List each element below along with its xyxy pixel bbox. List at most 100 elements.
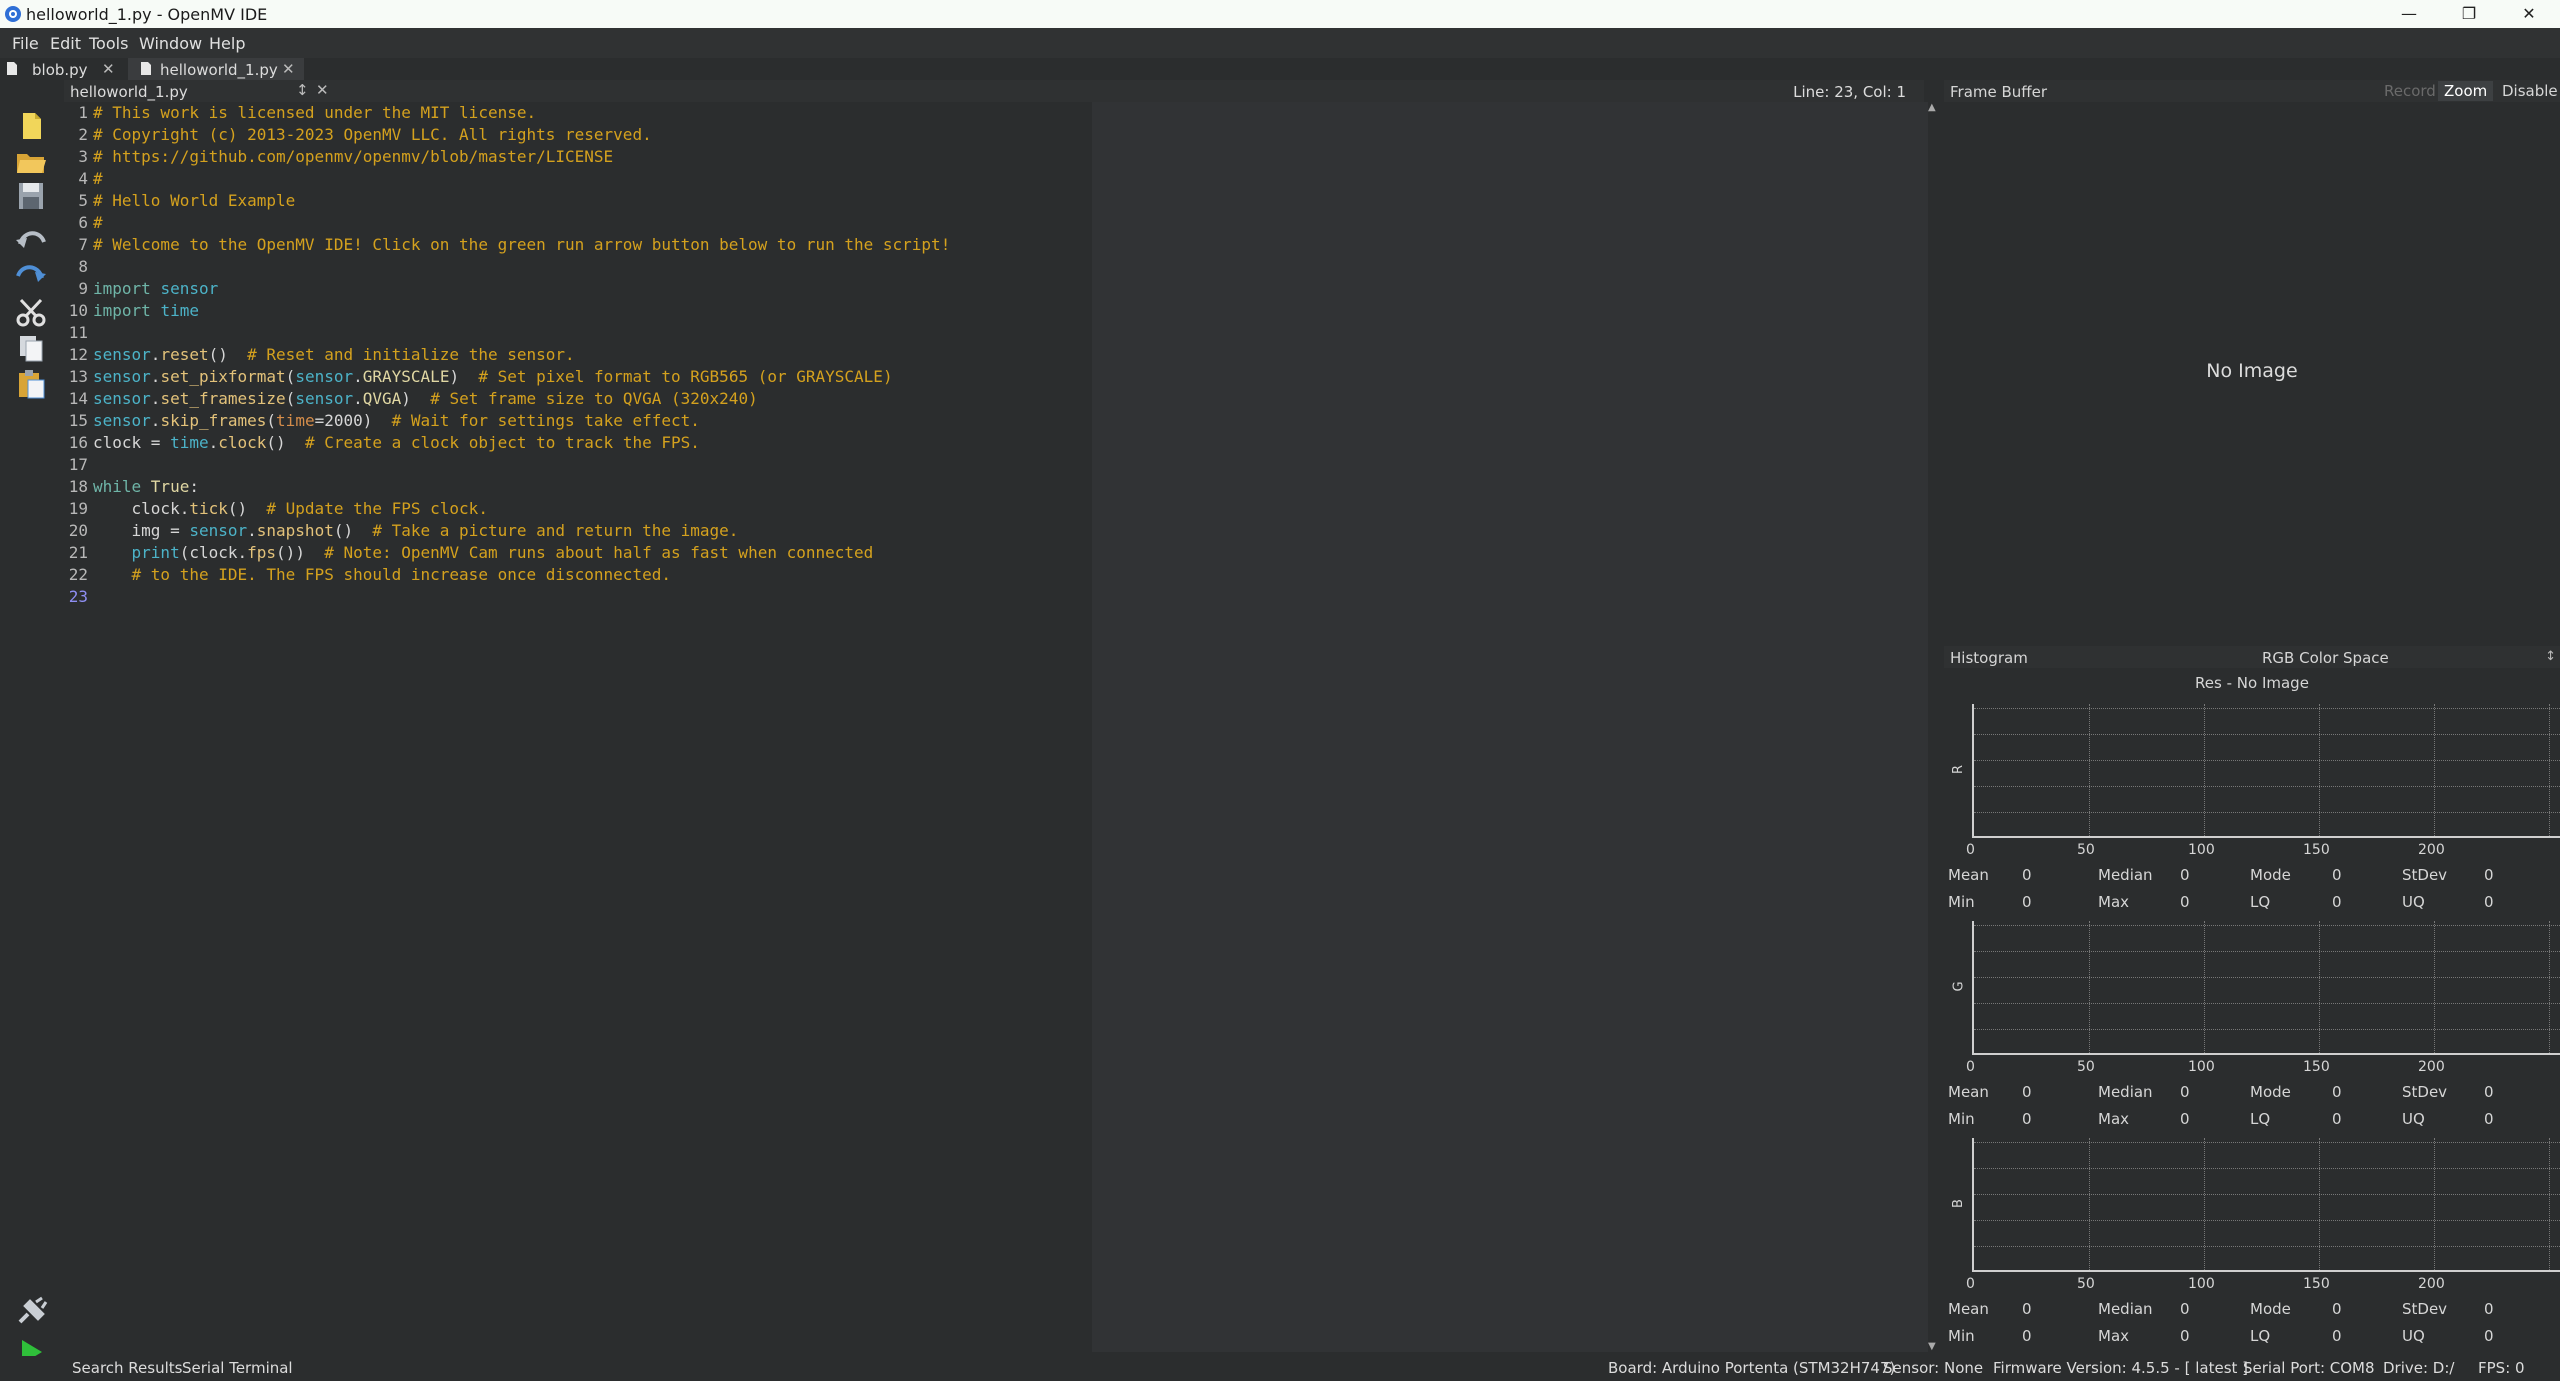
code-line: sensor.set_pixformat(sensor.GRAYSCALE) #… xyxy=(93,366,893,388)
stat-value-stdev: 0 xyxy=(2484,866,2494,884)
close-tab-icon[interactable]: ✕ xyxy=(282,60,295,78)
board-status[interactable]: Board: Arduino Portenta (STM32H747) xyxy=(1608,1359,1895,1377)
histogram-plot-g xyxy=(1972,921,2560,1055)
serial-port-status[interactable]: Serial Port: COM8 xyxy=(2243,1359,2375,1377)
grid-line xyxy=(1974,1142,2560,1143)
code-token: # Create a clock object to track the FPS… xyxy=(304,433,700,452)
axis-tick-label: 50 xyxy=(2077,1059,2095,1075)
close-tab-icon[interactable]: ✕ xyxy=(102,60,115,78)
open-file-icon[interactable] xyxy=(14,146,48,178)
stat-label-median: Median xyxy=(2098,1300,2153,1318)
grid-line xyxy=(2089,921,2090,1053)
scroll-down-icon[interactable]: ▼ xyxy=(1928,1341,1936,1352)
tab-label: helloworld_1.py xyxy=(160,61,278,79)
code-token: . xyxy=(150,411,161,430)
code-token: clock. xyxy=(93,499,190,518)
code-token: sensor xyxy=(93,389,151,408)
code-token: . xyxy=(353,389,363,408)
axis-tick-label: 100 xyxy=(2188,1059,2215,1075)
histogram-header: Histogram RGB Color Space ↕ xyxy=(1944,646,2560,668)
axis-tick-label: 0 xyxy=(1966,1276,1975,1292)
close-window-button[interactable]: ✕ xyxy=(2500,0,2558,28)
code-token: set_framesize xyxy=(160,389,286,408)
code-line: # xyxy=(93,212,103,234)
stat-label-lq: LQ xyxy=(2250,1327,2271,1345)
channel-label: G xyxy=(1951,981,1967,992)
record-button[interactable]: Record xyxy=(2378,81,2442,101)
editor-file-selector[interactable]: helloworld_1.py xyxy=(70,83,188,101)
undo-icon[interactable] xyxy=(14,224,48,256)
code-line: img = sensor.snapshot() # Take a picture… xyxy=(93,520,739,542)
line-number: 1 xyxy=(78,103,88,122)
code-token: snapshot xyxy=(256,521,334,540)
stat-label-stdev: StDev xyxy=(2402,1300,2448,1318)
menu-file[interactable]: File xyxy=(12,34,39,53)
code-line: # This work is licensed under the MIT li… xyxy=(93,102,536,124)
code-token: # xyxy=(93,169,103,188)
grid-line xyxy=(1974,786,2560,787)
frame-buffer-title: Frame Buffer xyxy=(1950,83,2048,101)
stat-value-mode: 0 xyxy=(2332,1300,2342,1318)
menu-edit[interactable]: Edit xyxy=(50,34,81,53)
code-token: reset xyxy=(160,345,209,364)
window-title: helloworld_1.py - OpenMV IDE xyxy=(26,5,268,24)
menu-help[interactable]: Help xyxy=(209,34,245,53)
editor-scrollbar[interactable]: ▲ ▼ xyxy=(1928,102,1940,1352)
axis-tick-label: 150 xyxy=(2303,1059,2330,1075)
grid-line xyxy=(1974,734,2560,735)
axis-tick-label: 0 xyxy=(1966,1059,1975,1075)
serial-terminal-tab[interactable]: Serial Terminal xyxy=(182,1359,293,1377)
color-space-select[interactable]: RGB Color Space xyxy=(2262,649,2389,667)
code-token: # Hello World Example xyxy=(93,191,296,210)
sensor-status: Sensor: None xyxy=(1883,1359,1984,1377)
line-number: 19 xyxy=(68,499,88,518)
minimize-button[interactable]: — xyxy=(2380,0,2438,28)
code-token: clock xyxy=(218,433,267,452)
grid-line xyxy=(1974,1168,2560,1169)
stat-label-max: Max xyxy=(2098,1110,2130,1128)
menu-tools[interactable]: Tools xyxy=(89,34,128,53)
paste-icon[interactable] xyxy=(14,368,48,400)
disable-button[interactable]: Disable xyxy=(2496,81,2560,101)
select-arrows-icon[interactable]: ↕ xyxy=(2545,649,2556,664)
scroll-up-icon[interactable]: ▲ xyxy=(1928,102,1936,113)
grid-line xyxy=(1974,951,2560,952)
maximize-button[interactable]: ❐ xyxy=(2440,0,2498,28)
stat-value-mean: 0 xyxy=(2022,1083,2032,1101)
line-number: 2 xyxy=(78,125,88,144)
code-token: sensor xyxy=(295,367,354,386)
cut-icon[interactable] xyxy=(14,296,48,328)
tab-helloworld-py[interactable]: helloworld_1.py ✕ xyxy=(128,58,304,80)
code-line: sensor.reset() # Reset and initialize th… xyxy=(93,344,575,366)
stat-label-mode: Mode xyxy=(2250,866,2291,884)
new-file-icon[interactable] xyxy=(14,110,48,142)
axis-tick-label: 0 xyxy=(1966,842,1975,858)
tab-blob-py[interactable]: blob.py ✕ xyxy=(0,58,124,80)
menu-window[interactable]: Window xyxy=(139,34,202,53)
grid-line xyxy=(2319,921,2320,1053)
stat-value-mean: 0 xyxy=(2022,866,2032,884)
zoom-button[interactable]: Zoom xyxy=(2438,81,2494,101)
close-document-icon[interactable]: ✕ xyxy=(316,81,329,99)
code-token: sensor xyxy=(93,411,151,430)
code-line: print(clock.fps()) # Note: OpenMV Cam ru… xyxy=(93,542,874,564)
copy-icon[interactable] xyxy=(14,332,48,364)
save-icon[interactable] xyxy=(14,180,48,212)
histogram-panel: Res - No Image R 0 50 100 150 200 Mean 0 Median 0… xyxy=(1944,668,2560,1356)
connect-icon[interactable] xyxy=(14,1296,48,1328)
redo-icon[interactable] xyxy=(14,258,48,290)
firmware-status[interactable]: Firmware Version: 4.5.5 - [ latest ] xyxy=(1993,1359,2248,1377)
drive-status[interactable]: Drive: D:/ xyxy=(2383,1359,2454,1377)
search-results-tab[interactable]: Search Results xyxy=(72,1359,182,1377)
stat-label-lq: LQ xyxy=(2250,1110,2271,1128)
grid-line xyxy=(2089,704,2090,836)
line-number-gutter: 1 2 3 4 5 6 7 8 9 10 11 12 13 14 15 16 17 18 19 20 21 22 23 xyxy=(64,102,90,1352)
line-number: 22 xyxy=(68,565,88,584)
code-token: . xyxy=(208,433,219,452)
line-number: 7 xyxy=(78,235,88,254)
code-token: # https://github.com/openmv/openmv/blob/… xyxy=(93,147,614,166)
code-token: (clock. xyxy=(179,543,248,562)
cursor-position: Line: 23, Col: 1 xyxy=(1793,83,1906,101)
file-selector-arrows-icon[interactable]: ↕ xyxy=(296,81,309,99)
